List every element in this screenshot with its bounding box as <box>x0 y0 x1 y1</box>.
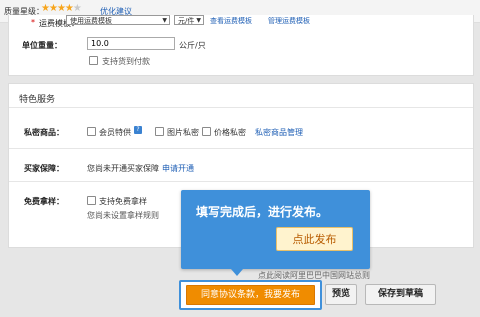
section-title: 特色服务 <box>19 95 56 105</box>
price-private-label: 价格私密 <box>214 128 246 137</box>
divider <box>9 148 473 149</box>
free-sample-checkbox[interactable] <box>87 196 96 205</box>
agree-and-publish-button[interactable]: 同意协议条款，我要发布 <box>186 285 315 305</box>
quality-stars: ★★★★★ <box>41 3 82 14</box>
weight-label: 单位重量： <box>22 41 62 50</box>
private-goods-manage-link[interactable]: 私密商品管理 <box>255 127 303 138</box>
popup-pointer <box>231 269 243 276</box>
free-sample-note: 您尚未设置拿样规则 <box>87 211 159 220</box>
view-template-link[interactable]: 查看运费模板 <box>210 16 252 26</box>
manage-template-link[interactable]: 管理运费模板 <box>268 16 310 26</box>
star-icon: ★ <box>41 3 50 14</box>
publish-guide-popup: 填写完成后，进行发布。 点此发布 <box>181 190 370 276</box>
divider <box>9 107 473 108</box>
cod-label: 支持货到付款 <box>102 57 150 66</box>
cod-checkbox[interactable] <box>89 56 98 65</box>
chevron-down-icon: ▼ <box>162 17 167 24</box>
private-goods-label: 私密商品： <box>24 128 64 137</box>
publish-here-button[interactable]: 点此发布 <box>276 227 353 251</box>
star-icon: ★ <box>48 3 58 14</box>
submit-button-highlight: 同意协议条款，我要发布 <box>179 280 322 310</box>
member-only-label: 会员特供 <box>99 128 131 137</box>
image-private-checkbox[interactable] <box>155 127 164 136</box>
logistics-panel: * 运费模板： 使用运费模板 ▼ 元/件 ▼ 查看运费模板 管理运费模板 单位重量：… <box>8 15 474 76</box>
preview-button[interactable]: 预览 <box>325 284 357 305</box>
apply-guarantee-link[interactable]: 申请开通 <box>162 163 194 174</box>
weight-unit: 公斤/只 <box>179 41 206 50</box>
unit-select[interactable]: 元/件 ▼ <box>174 15 204 25</box>
help-icon[interactable]: ? <box>134 126 142 134</box>
star-icon: ★ <box>56 3 66 14</box>
required-marker: * <box>31 18 35 27</box>
save-draft-button[interactable]: 保存到草稿 <box>365 284 436 305</box>
freight-template-select[interactable]: 使用运费模板 ▼ <box>66 15 170 25</box>
weight-input[interactable]: 10.0 <box>87 37 175 50</box>
free-sample-option: 支持免费拿样 <box>99 197 147 206</box>
star-icon: ★ <box>64 3 74 14</box>
star-empty-icon: ★ <box>72 3 82 14</box>
buyer-guarantee-status: 您尚未开通买家保障 <box>87 164 159 173</box>
divider <box>9 181 473 182</box>
buyer-guarantee-label: 买家保障： <box>24 164 64 173</box>
free-sample-label: 免费拿样： <box>24 197 64 206</box>
image-private-label: 图片私密 <box>167 128 199 137</box>
member-only-checkbox[interactable] <box>87 127 96 136</box>
chevron-down-icon: ▼ <box>196 17 201 24</box>
price-private-checkbox[interactable] <box>202 127 211 136</box>
popup-message: 填写完成后，进行发布。 <box>196 205 329 219</box>
